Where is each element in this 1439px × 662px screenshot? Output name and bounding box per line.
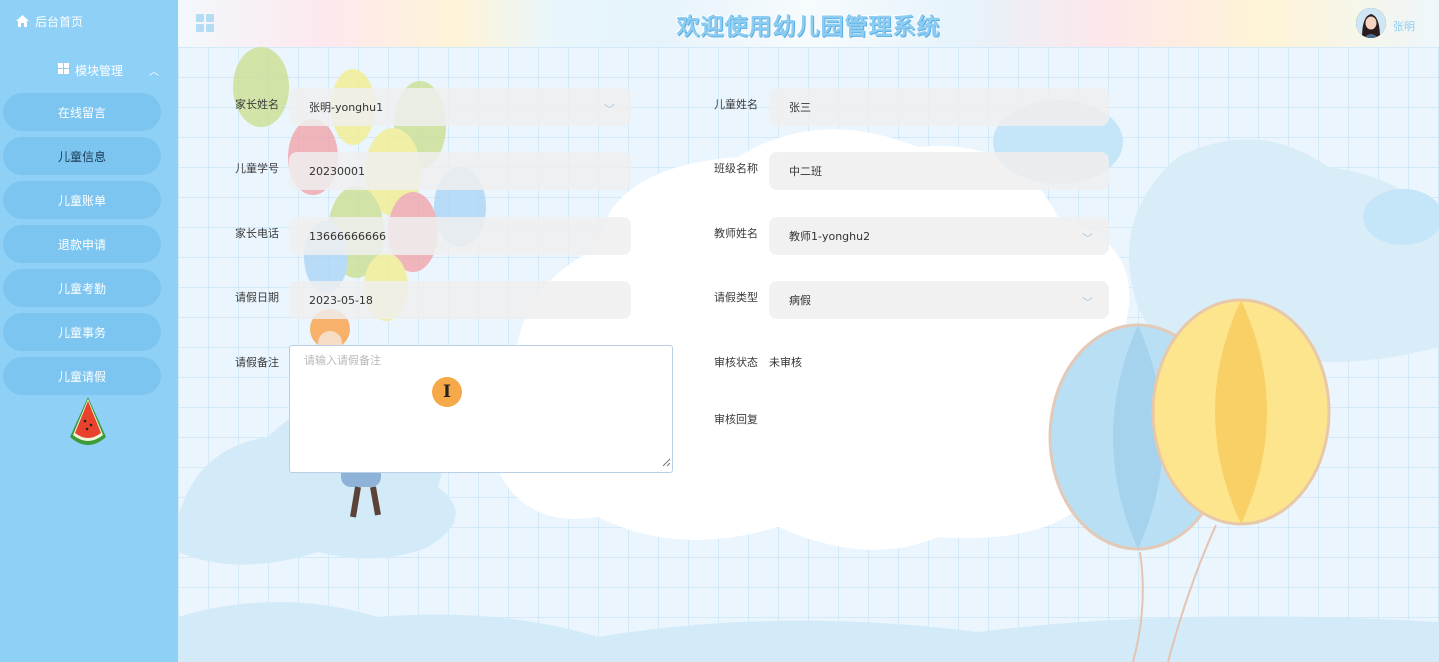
student-id-field[interactable]: 20230001 [289,152,631,190]
teacher-name-select[interactable]: 教师1-yonghu2 ﹀ [769,217,1109,255]
child-name-field[interactable]: 张三 [769,88,1109,126]
review-status-value: 未审核 [769,356,802,369]
sidebar-item-label: 儿童请假 [57,369,106,384]
leave-note-label: 请假备注 [235,356,279,369]
leave-note-placeholder: 请输入请假备注 [304,354,381,367]
review-reply-label: 审核回复 [714,413,758,426]
class-name-field[interactable]: 中二班 [769,152,1109,190]
home-link-label: 后台首页 [35,14,84,29]
module-management-label: 模块管理 [75,63,124,78]
sidebar: 后台首页 模块管理 ︿ 在线留言 儿童信息 儿童账单 退款申请 儿童考勤 儿童事… [0,0,178,662]
leave-date-picker[interactable]: 2023-05-18 [289,281,631,319]
module-management-toggle[interactable]: 模块管理 ︿ [58,62,159,78]
sidebar-item-refund[interactable]: 退款申请 [3,225,161,263]
leave-type-value: 病假 [789,294,811,307]
student-id-value: 20230001 [309,164,365,178]
leave-type-select[interactable]: 病假 ﹀ [769,281,1109,319]
user-avatar[interactable] [1356,8,1386,38]
sidebar-item-attendance[interactable]: 儿童考勤 [3,269,161,307]
sidebar-item-label: 儿童账单 [57,193,106,208]
parent-phone-label: 家长电话 [235,227,279,240]
leave-date-value: 2023-05-18 [309,293,373,307]
sidebar-item-online-message[interactable]: 在线留言 [3,93,161,131]
resize-handle-icon[interactable] [662,452,671,471]
sidebar-item-leave[interactable]: 儿童请假 [3,357,161,395]
leave-type-label: 请假类型 [714,291,758,304]
username[interactable]: 张明 [1393,18,1415,34]
parent-name-select[interactable]: 张明-yonghu1 ﹀ [289,88,631,126]
home-icon [16,15,29,27]
sidebar-item-label: 儿童事务 [57,325,106,340]
review-status-label: 审核状态 [714,356,758,369]
chevron-down-icon: ﹀ [604,103,615,116]
sidebar-item-child-info[interactable]: 儿童信息 [3,137,161,175]
sidebar-item-label: 退款申请 [57,237,106,252]
chevron-down-icon: ﹀ [1082,232,1093,245]
grid-icon [58,63,69,77]
teacher-name-label: 教师姓名 [714,227,758,240]
sidebar-item-affairs[interactable]: 儿童事务 [3,313,161,351]
class-name-label: 班级名称 [714,162,758,175]
parent-phone-value: 13666666666 [309,229,386,243]
sidebar-item-label: 儿童信息 [57,149,106,164]
home-link[interactable]: 后台首页 [16,12,83,30]
app-window: 后台首页 模块管理 ︿ 在线留言 儿童信息 儿童账单 退款申请 儿童考勤 儿童事… [0,0,1439,662]
sidebar-item-label: 在线留言 [57,105,106,120]
chevron-down-icon: ﹀ [1082,296,1093,309]
sidebar-item-label: 儿童考勤 [57,281,106,296]
watermelon-decoration-icon [68,395,108,455]
class-name-value: 中二班 [789,165,822,178]
leave-note-textarea[interactable]: 请输入请假备注 [289,345,673,473]
text-cursor-icon: I [432,377,462,407]
leave-date-label: 请假日期 [235,291,279,304]
child-name-label: 儿童姓名 [714,98,758,111]
app-title: 欢迎使用幼儿园管理系统 [676,14,941,40]
student-id-label: 儿童学号 [235,162,279,175]
parent-name-value: 张明-yonghu1 [309,101,384,114]
teacher-name-value: 教师1-yonghu2 [789,230,871,243]
top-header: 欢迎使用幼儿园管理系统 张明 [178,0,1439,47]
chevron-up-icon: ︿ [149,66,160,78]
sidebar-item-child-bill[interactable]: 儿童账单 [3,181,161,219]
parent-phone-field[interactable]: 13666666666 [289,217,631,255]
parent-name-label: 家长姓名 [235,98,279,111]
child-name-value: 张三 [789,101,811,114]
